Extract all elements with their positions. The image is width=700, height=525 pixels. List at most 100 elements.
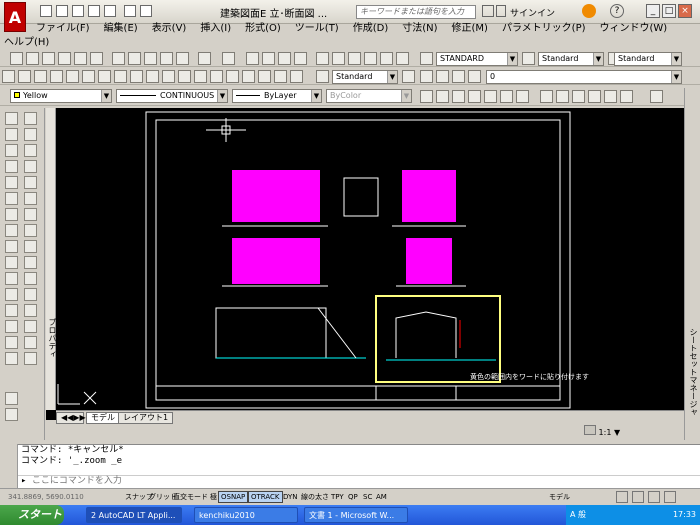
xline-tool-icon[interactable] (24, 128, 37, 141)
chamfer-icon[interactable] (5, 320, 18, 333)
clock[interactable]: 17:33 (673, 505, 696, 525)
minimize-button[interactable]: _ (646, 4, 660, 18)
stretch-icon[interactable] (5, 240, 18, 253)
dim-continue-icon[interactable] (588, 90, 601, 103)
restore-button[interactable]: □ (662, 4, 676, 18)
match-properties-icon[interactable] (160, 52, 173, 65)
new-file-icon[interactable] (40, 5, 52, 17)
line-tool-icon[interactable] (24, 112, 37, 125)
hatch-tool-icon[interactable] (24, 304, 37, 317)
command-input[interactable]: ここにコマンドを入力 (32, 476, 122, 486)
rect-tool-icon[interactable] (24, 176, 37, 189)
redo-icon[interactable] (140, 5, 152, 17)
linetype-select[interactable]: CONTINUOUS ▼ (116, 89, 228, 103)
copy-object-icon[interactable] (5, 128, 18, 141)
cloud-tool-icon[interactable] (24, 224, 37, 237)
redo-icon[interactable] (222, 52, 235, 65)
text-style-icon[interactable] (420, 52, 433, 65)
table-tool-icon[interactable] (24, 336, 37, 349)
menu-modify[interactable]: 修正(M) (452, 22, 488, 36)
fillet-icon[interactable] (5, 336, 18, 349)
menu-format[interactable]: 形式(O) (245, 22, 281, 36)
design-center-icon[interactable] (332, 52, 345, 65)
arc-tool-icon[interactable] (24, 192, 37, 205)
exchange-icon[interactable] (582, 4, 596, 18)
task-autocad[interactable]: 2 AutoCAD LT Appli... (86, 507, 182, 523)
menu-help[interactable]: ヘルプ(H) (4, 36, 49, 50)
zoom-realtime-icon[interactable] (262, 52, 275, 65)
circle-tool-icon[interactable] (24, 208, 37, 221)
binoculars-icon[interactable] (482, 5, 494, 17)
multiline-text-icon[interactable] (274, 70, 287, 83)
multileader-icon[interactable] (402, 70, 415, 83)
workspace-style-select[interactable]: Standard ▼ (332, 70, 398, 84)
dim-style-select[interactable]: Standard ▼ (538, 52, 604, 66)
workspace-switch-icon[interactable] (616, 491, 628, 503)
ime-indicator[interactable]: A 般 (570, 510, 586, 519)
dim-aligned-icon[interactable] (436, 90, 449, 103)
pline-tool-icon[interactable] (24, 144, 37, 157)
block-tool-icon[interactable] (24, 272, 37, 285)
task-word-document[interactable]: 文書 1 - Microsoft W... (304, 507, 408, 523)
mirror-icon[interactable] (5, 144, 18, 157)
tolerance-icon[interactable] (604, 90, 617, 103)
pan-icon[interactable] (246, 52, 259, 65)
zoom-previous-icon[interactable] (294, 52, 307, 65)
dim-angular-icon[interactable] (540, 90, 553, 103)
text-icon[interactable] (5, 408, 18, 421)
menu-insert[interactable]: 挿入(I) (200, 22, 231, 36)
annotation-scale[interactable]: 1:1 ▼ (584, 425, 684, 441)
osnap-toggle[interactable]: OSNAP (218, 491, 249, 503)
menu-dimension[interactable]: 寸法(N) (402, 22, 437, 36)
close-button[interactable]: × (678, 4, 692, 18)
mtext-tool-icon[interactable] (24, 352, 37, 365)
properties-palette-strip[interactable]: プロパティ (46, 108, 57, 410)
undo-icon[interactable] (124, 5, 136, 17)
region-icon[interactable] (242, 70, 255, 83)
spline-tool-icon[interactable] (24, 240, 37, 253)
arc-icon[interactable] (82, 70, 95, 83)
sun-icon[interactable] (452, 70, 465, 83)
calculator-icon[interactable] (396, 52, 409, 65)
region-tool-icon[interactable] (24, 320, 37, 333)
join-icon[interactable] (5, 304, 18, 317)
quick-dim-icon[interactable] (556, 90, 569, 103)
array-icon[interactable] (5, 176, 18, 189)
table-icon[interactable] (258, 70, 271, 83)
text-style-select[interactable]: STANDARD ▼ (436, 52, 518, 66)
user-icon[interactable] (496, 5, 506, 17)
circle-icon[interactable] (98, 70, 111, 83)
revcloud-icon[interactable] (114, 70, 127, 83)
plotstyle-select[interactable]: ByColor ▼ (326, 89, 412, 103)
model-space-button[interactable]: モデル (546, 491, 573, 503)
rectangle-icon[interactable] (66, 70, 79, 83)
menu-parametric[interactable]: パラメトリック(P) (502, 22, 586, 36)
point-icon[interactable] (194, 70, 207, 83)
qnew-icon[interactable] (10, 52, 23, 65)
dim-radius-icon[interactable] (484, 90, 497, 103)
start-button[interactable]: スタート (0, 505, 64, 525)
copy-icon[interactable] (128, 52, 141, 65)
tab-model[interactable]: モデル (86, 412, 120, 424)
publish-icon[interactable] (90, 52, 103, 65)
layer-manager-icon[interactable] (420, 70, 433, 83)
menu-window[interactable]: ウィンドウ(W) (600, 22, 668, 36)
tab-layout1[interactable]: レイアウト1 (118, 412, 174, 424)
qp-toggle[interactable]: QP (345, 491, 361, 503)
drawing-canvas[interactable] (56, 108, 684, 410)
dim-style-icon[interactable] (522, 52, 535, 65)
signin-link[interactable]: サインイン (510, 6, 555, 19)
properties-icon[interactable] (316, 52, 329, 65)
polygon-tool-icon[interactable] (24, 160, 37, 173)
ellipse-icon[interactable] (146, 70, 159, 83)
coordinates-readout[interactable]: 341.8869, 5690.0110 (8, 493, 84, 501)
point-tool-icon[interactable] (24, 288, 37, 301)
zoom-window-icon[interactable] (278, 52, 291, 65)
menu-tools[interactable]: ツール(T) (295, 22, 339, 36)
trim-icon[interactable] (5, 256, 18, 269)
rotate-icon[interactable] (5, 208, 18, 221)
lightbulb-icon[interactable] (436, 70, 449, 83)
markup-icon[interactable] (380, 52, 393, 65)
sheet-set-icon[interactable] (364, 52, 377, 65)
ortho-toggle[interactable]: 直交モード (170, 491, 211, 503)
